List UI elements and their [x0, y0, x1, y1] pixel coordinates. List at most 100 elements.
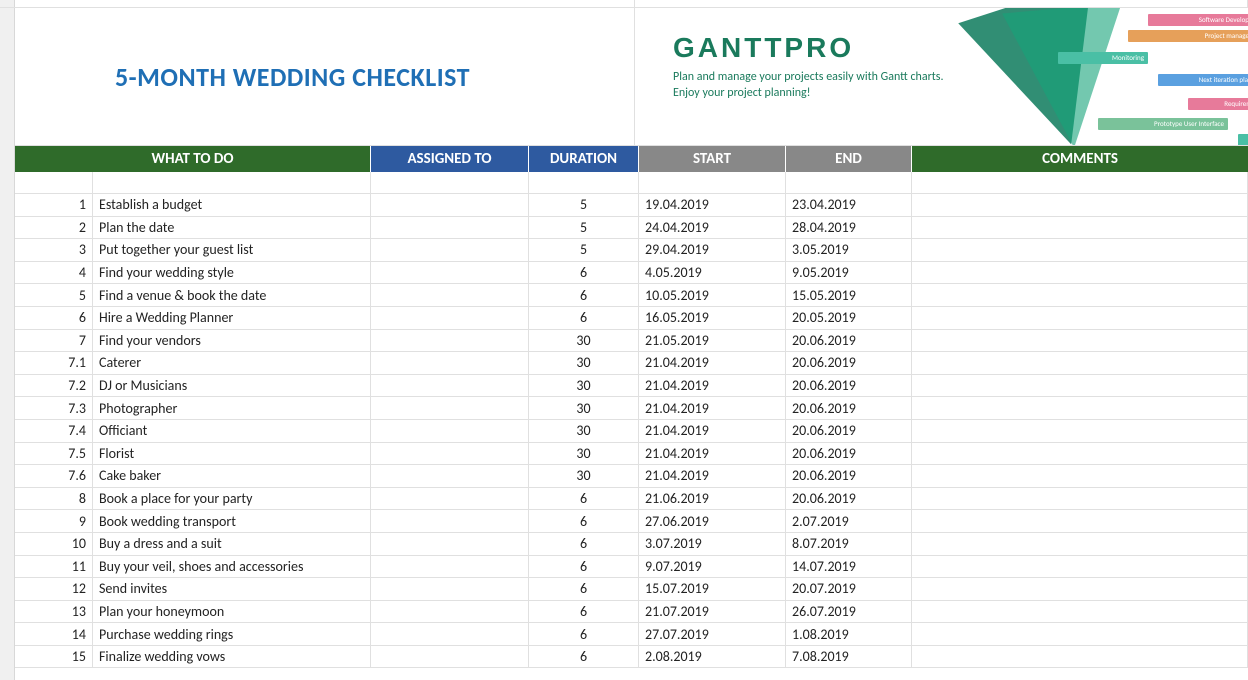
- cell-comments[interactable]: [912, 284, 1248, 307]
- cell-assigned[interactable]: [371, 601, 529, 624]
- cell-duration[interactable]: 6: [529, 556, 639, 579]
- cell-end[interactable]: 20.06.2019: [786, 352, 912, 375]
- cell-comments[interactable]: [912, 601, 1248, 624]
- cell-comments[interactable]: [912, 307, 1248, 330]
- cell-end[interactable]: 20.06.2019: [786, 488, 912, 511]
- cell-number[interactable]: 14: [15, 623, 93, 646]
- cell-task[interactable]: DJ or Musicians: [93, 375, 371, 398]
- cell-number[interactable]: 7.3: [15, 397, 93, 420]
- cell-task[interactable]: Establish a budget: [93, 194, 371, 217]
- cell-end[interactable]: 23.04.2019: [786, 194, 912, 217]
- cell-assigned[interactable]: [371, 239, 529, 262]
- cell-comments[interactable]: [912, 217, 1248, 240]
- cell-number[interactable]: 7.2: [15, 375, 93, 398]
- cell-duration[interactable]: 6: [529, 284, 639, 307]
- header-assigned-to[interactable]: ASSIGNED TO: [371, 146, 529, 172]
- header-what-to-do[interactable]: WHAT TO DO: [15, 146, 371, 172]
- cell-number[interactable]: 1: [15, 194, 93, 217]
- cell-end[interactable]: 8.07.2019: [786, 533, 912, 556]
- cell-assigned[interactable]: [371, 217, 529, 240]
- table-row[interactable]: 7.1Caterer3021.04.201920.06.2019: [15, 352, 1248, 375]
- cell-number[interactable]: 15: [15, 646, 93, 669]
- cell-assigned[interactable]: [371, 397, 529, 420]
- cell-task[interactable]: Put together your guest list: [93, 239, 371, 262]
- cell-comments[interactable]: [912, 397, 1248, 420]
- cell-task[interactable]: Purchase wedding rings: [93, 623, 371, 646]
- table-row[interactable]: 2Plan the date524.04.201928.04.2019: [15, 217, 1248, 240]
- cell-end[interactable]: 20.07.2019: [786, 578, 912, 601]
- cell-start[interactable]: 27.07.2019: [639, 623, 786, 646]
- table-row[interactable]: 3Put together your guest list529.04.2019…: [15, 239, 1248, 262]
- cell-start[interactable]: 21.05.2019: [639, 330, 786, 353]
- cell-task[interactable]: Photographer: [93, 397, 371, 420]
- cell-task[interactable]: Officiant: [93, 420, 371, 443]
- cell-assigned[interactable]: [371, 262, 529, 285]
- cell-start[interactable]: 21.06.2019: [639, 488, 786, 511]
- cell-end[interactable]: 20.05.2019: [786, 307, 912, 330]
- cell-duration[interactable]: 6: [529, 533, 639, 556]
- cell-duration[interactable]: 6: [529, 646, 639, 669]
- cell-assigned[interactable]: [371, 488, 529, 511]
- cell-number[interactable]: 7.5: [15, 443, 93, 466]
- cell-comments[interactable]: [912, 488, 1248, 511]
- table-row[interactable]: 7.4Officiant3021.04.201920.06.2019: [15, 420, 1248, 443]
- cell-task[interactable]: Buy a dress and a suit: [93, 533, 371, 556]
- cell-task[interactable]: Find a venue & book the date: [93, 284, 371, 307]
- cell-number[interactable]: 8: [15, 488, 93, 511]
- cell-comments[interactable]: [912, 646, 1248, 669]
- cell-end[interactable]: 20.06.2019: [786, 375, 912, 398]
- cell-number[interactable]: 5: [15, 284, 93, 307]
- cell-duration[interactable]: 6: [529, 262, 639, 285]
- cell-comments[interactable]: [912, 623, 1248, 646]
- cell-assigned[interactable]: [371, 623, 529, 646]
- cell-comments[interactable]: [912, 330, 1248, 353]
- cell-assigned[interactable]: [371, 375, 529, 398]
- cell-number[interactable]: 7: [15, 330, 93, 353]
- cell-end[interactable]: 20.06.2019: [786, 397, 912, 420]
- cell-start[interactable]: 10.05.2019: [639, 284, 786, 307]
- table-row[interactable]: 6Hire a Wedding Planner616.05.201920.05.…: [15, 307, 1248, 330]
- cell-duration[interactable]: 6: [529, 578, 639, 601]
- header-duration[interactable]: DURATION: [529, 146, 639, 172]
- cell-number[interactable]: 9: [15, 510, 93, 533]
- table-row[interactable]: 7.6Cake baker3021.04.201920.06.2019: [15, 465, 1248, 488]
- cell-number[interactable]: 13: [15, 601, 93, 624]
- cell-task[interactable]: Hire a Wedding Planner: [93, 307, 371, 330]
- table-row[interactable]: 14Purchase wedding rings627.07.20191.08.…: [15, 623, 1248, 646]
- cell-duration[interactable]: 30: [529, 465, 639, 488]
- cell-end[interactable]: 28.04.2019: [786, 217, 912, 240]
- table-row[interactable]: 12Send invites615.07.201920.07.2019: [15, 578, 1248, 601]
- header-start[interactable]: START: [639, 146, 786, 172]
- table-row[interactable]: 9Book wedding transport627.06.20192.07.2…: [15, 510, 1248, 533]
- cell-end[interactable]: 1.08.2019: [786, 623, 912, 646]
- cell-duration[interactable]: 30: [529, 375, 639, 398]
- cell-duration[interactable]: 30: [529, 397, 639, 420]
- cell-duration[interactable]: 6: [529, 601, 639, 624]
- cell-duration[interactable]: 5: [529, 217, 639, 240]
- cell-start[interactable]: 21.07.2019: [639, 601, 786, 624]
- table-row[interactable]: 4Find your wedding style64.05.20199.05.2…: [15, 262, 1248, 285]
- table-row[interactable]: 7Find your vendors3021.05.201920.06.2019: [15, 330, 1248, 353]
- cell-assigned[interactable]: [371, 443, 529, 466]
- cell-end[interactable]: 26.07.2019: [786, 601, 912, 624]
- cell-comments[interactable]: [912, 533, 1248, 556]
- table-row[interactable]: 11Buy your veil, shoes and accessories69…: [15, 556, 1248, 579]
- cell-task[interactable]: Find your wedding style: [93, 262, 371, 285]
- cell-assigned[interactable]: [371, 578, 529, 601]
- cell-comments[interactable]: [912, 239, 1248, 262]
- cell-duration[interactable]: 6: [529, 307, 639, 330]
- cell-start[interactable]: 27.06.2019: [639, 510, 786, 533]
- cell-number[interactable]: 2: [15, 217, 93, 240]
- cell-task[interactable]: Plan the date: [93, 217, 371, 240]
- cell-number[interactable]: 10: [15, 533, 93, 556]
- cell-duration[interactable]: 6: [529, 488, 639, 511]
- table-row[interactable]: 7.5Florist3021.04.201920.06.2019: [15, 443, 1248, 466]
- cell-assigned[interactable]: [371, 352, 529, 375]
- cell-end[interactable]: 14.07.2019: [786, 556, 912, 579]
- cell-end[interactable]: 20.06.2019: [786, 420, 912, 443]
- cell-number[interactable]: 3: [15, 239, 93, 262]
- cell-start[interactable]: 19.04.2019: [639, 194, 786, 217]
- cell-comments[interactable]: [912, 375, 1248, 398]
- cell-start[interactable]: 21.04.2019: [639, 352, 786, 375]
- cell-number[interactable]: 7.6: [15, 465, 93, 488]
